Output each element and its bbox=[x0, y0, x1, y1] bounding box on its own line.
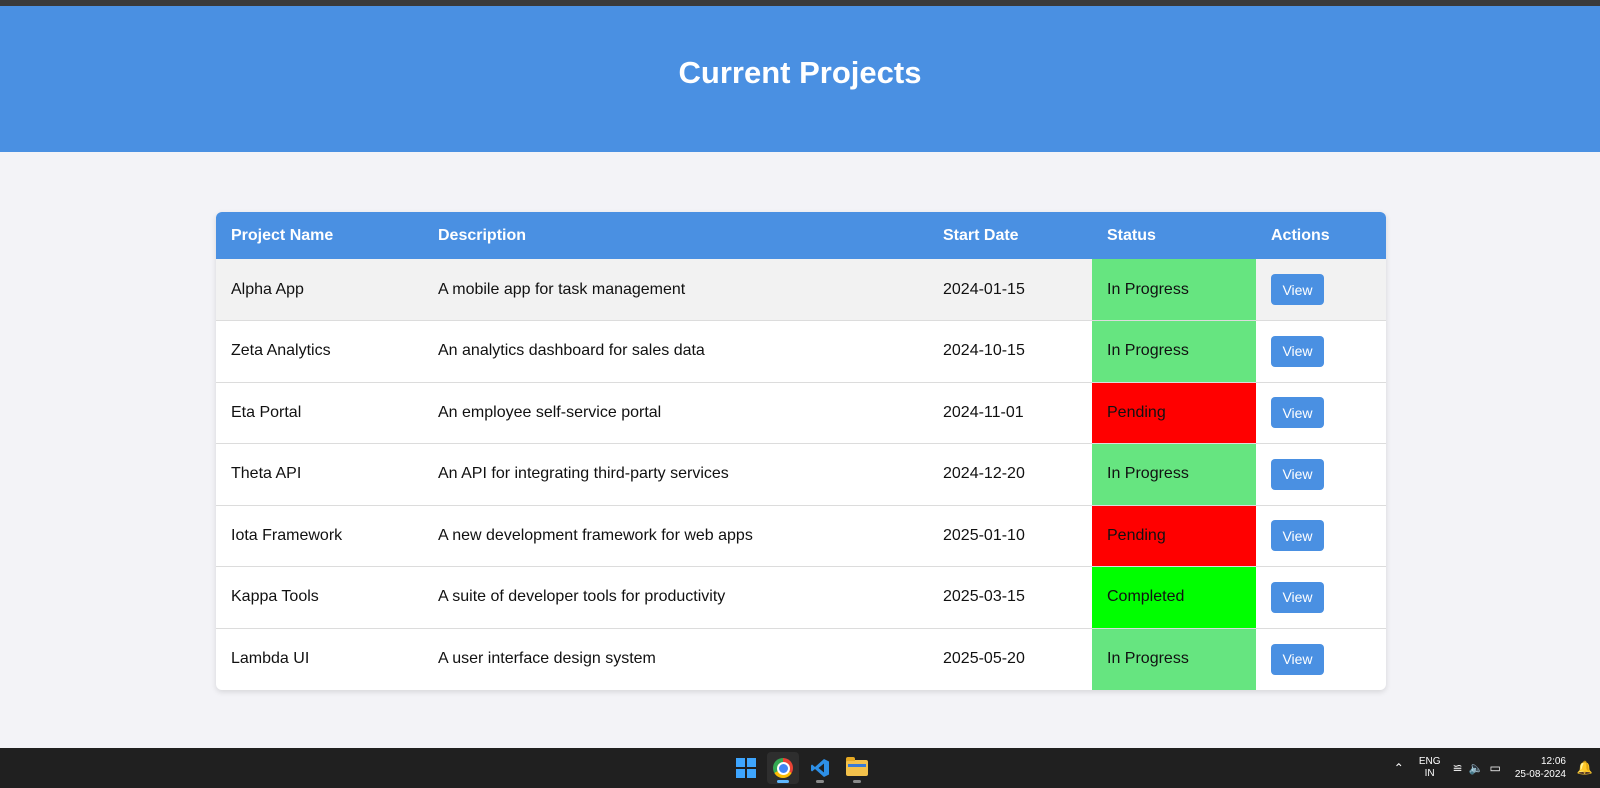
view-button[interactable]: View bbox=[1271, 520, 1324, 552]
project-name-cell: Zeta Analytics bbox=[216, 320, 423, 382]
status-badge: In Progress bbox=[1092, 259, 1256, 321]
status-badge: In Progress bbox=[1092, 627, 1256, 690]
view-button[interactable]: View bbox=[1271, 274, 1324, 305]
wifi-icon: ≌ bbox=[1452, 761, 1463, 775]
table-row: Kappa Tools A suite of developer tools f… bbox=[216, 566, 1386, 628]
column-header-actions: Actions bbox=[1256, 212, 1386, 259]
language-label: ENG bbox=[1418, 756, 1441, 767]
description-cell: An analytics dashboard for sales data bbox=[423, 320, 928, 382]
page-title: Current Projects bbox=[678, 55, 922, 90]
page-header: Current Projects bbox=[0, 6, 1600, 152]
column-header-status: Status bbox=[1092, 212, 1256, 259]
taskbar-apps bbox=[730, 748, 873, 788]
status-badge: In Progress bbox=[1092, 443, 1256, 505]
description-cell: A user interface design system bbox=[423, 627, 928, 690]
volume-icon: 🔈 bbox=[1468, 761, 1484, 775]
status-badge: Completed bbox=[1092, 566, 1256, 628]
actions-cell: View bbox=[1256, 320, 1386, 382]
language-indicator[interactable]: ENG IN bbox=[1419, 756, 1441, 780]
description-cell: An API for integrating third-party servi… bbox=[423, 443, 928, 505]
actions-cell: View bbox=[1256, 381, 1386, 444]
table-row: Alpha App A mobile app for task manageme… bbox=[216, 259, 1386, 321]
system-tray: ⌃ ENG IN ≌ 🔈 ▭ 12:06 25-08-2024 🔔 bbox=[1389, 748, 1600, 788]
table-row: Zeta Analytics An analytics dashboard fo… bbox=[216, 320, 1386, 382]
column-header-project-name: Project Name bbox=[216, 212, 423, 259]
view-button[interactable]: View bbox=[1271, 458, 1324, 490]
status-badge: In Progress bbox=[1092, 320, 1256, 382]
actions-cell: View bbox=[1256, 627, 1386, 690]
projects-table-container: Project Name Description Start Date Stat… bbox=[216, 212, 1386, 690]
chevron-up-icon[interactable]: ⌃ bbox=[1389, 761, 1409, 775]
table-row: Eta Portal An employee self-service port… bbox=[216, 381, 1386, 444]
clock-date: 25-08-2024 bbox=[1514, 769, 1566, 780]
description-cell: A mobile app for task management bbox=[423, 259, 928, 321]
file-explorer-icon[interactable] bbox=[841, 752, 873, 784]
column-header-start-date: Start Date bbox=[928, 212, 1092, 259]
vscode-icon[interactable] bbox=[804, 752, 836, 784]
project-name-cell: Eta Portal bbox=[216, 381, 423, 444]
chrome-icon[interactable] bbox=[767, 752, 799, 784]
view-button[interactable]: View bbox=[1271, 643, 1324, 675]
status-badge: Pending bbox=[1092, 504, 1256, 567]
project-name-cell: Alpha App bbox=[216, 259, 423, 321]
start-date-cell: 2024-10-15 bbox=[928, 320, 1092, 382]
view-button[interactable]: View bbox=[1271, 335, 1324, 367]
table-row: Lambda UI A user interface design system… bbox=[216, 627, 1386, 690]
project-name-cell: Kappa Tools bbox=[216, 566, 423, 628]
start-date-cell: 2024-11-01 bbox=[928, 381, 1092, 444]
project-name-cell: Iota Framework bbox=[216, 504, 423, 567]
column-header-description: Description bbox=[423, 212, 928, 259]
table-header-row: Project Name Description Start Date Stat… bbox=[216, 212, 1386, 259]
table-row: Theta API An API for integrating third-p… bbox=[216, 443, 1386, 505]
clock[interactable]: 12:06 25-08-2024 bbox=[1515, 755, 1566, 781]
system-status-icons[interactable]: ≌ 🔈 ▭ bbox=[1452, 761, 1500, 775]
view-button[interactable]: View bbox=[1271, 397, 1324, 429]
windows-start-icon[interactable] bbox=[730, 752, 762, 784]
table-row: Iota Framework A new development framewo… bbox=[216, 504, 1386, 567]
actions-cell: View bbox=[1256, 259, 1386, 321]
status-badge: Pending bbox=[1092, 381, 1256, 444]
project-name-cell: Theta API bbox=[216, 443, 423, 505]
actions-cell: View bbox=[1256, 566, 1386, 628]
start-date-cell: 2025-05-20 bbox=[928, 627, 1092, 690]
battery-icon: ▭ bbox=[1489, 761, 1501, 775]
start-date-cell: 2025-01-10 bbox=[928, 504, 1092, 567]
start-date-cell: 2025-03-15 bbox=[928, 566, 1092, 628]
project-name-cell: Lambda UI bbox=[216, 627, 423, 690]
actions-cell: View bbox=[1256, 443, 1386, 505]
description-cell: A suite of developer tools for productiv… bbox=[423, 566, 928, 628]
description-cell: A new development framework for web apps bbox=[423, 504, 928, 567]
start-date-cell: 2024-12-20 bbox=[928, 443, 1092, 505]
projects-table: Project Name Description Start Date Stat… bbox=[216, 212, 1386, 690]
clock-time: 12:06 bbox=[1540, 756, 1566, 767]
taskbar: ⌃ ENG IN ≌ 🔈 ▭ 12:06 25-08-2024 🔔 bbox=[0, 748, 1600, 788]
actions-cell: View bbox=[1256, 504, 1386, 567]
notification-bell-icon[interactable]: 🔔 bbox=[1574, 760, 1596, 776]
description-cell: An employee self-service portal bbox=[423, 381, 928, 444]
start-date-cell: 2024-01-15 bbox=[928, 259, 1092, 321]
view-button[interactable]: View bbox=[1271, 581, 1324, 613]
region-label: IN bbox=[1424, 768, 1435, 779]
